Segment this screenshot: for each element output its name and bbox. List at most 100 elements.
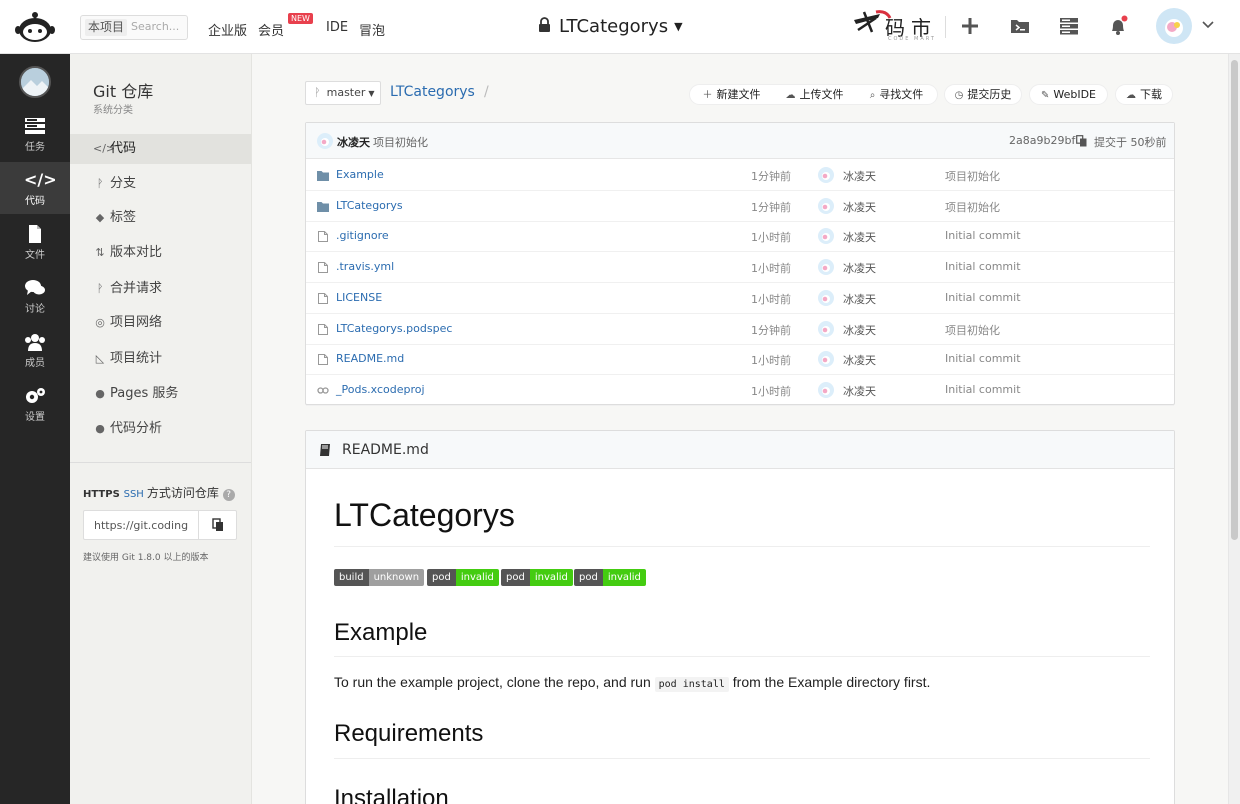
- file-commit-message[interactable]: 项目初始化: [945, 168, 1000, 184]
- ssh-toggle[interactable]: SSH: [124, 489, 144, 500]
- sidebar-item-pages[interactable]: ● Pages 服务: [70, 379, 251, 409]
- nav-member[interactable]: 会员: [258, 20, 284, 39]
- commit-hash[interactable]: 2a8a9b29bf: [1009, 134, 1075, 147]
- scrollbar[interactable]: [1228, 54, 1240, 804]
- file-author[interactable]: 冰凌天: [843, 168, 876, 184]
- members-icon: [25, 334, 45, 351]
- terminal-icon[interactable]: [1009, 15, 1031, 37]
- find-file-button[interactable]: ⌕ 寻找文件: [856, 85, 937, 104]
- file-row[interactable]: LTCategorys.podspec 1分钟前 冰凌天 项目初始化: [306, 314, 1174, 345]
- nav-ide[interactable]: IDE: [326, 20, 348, 35]
- leftnav-files[interactable]: 文件: [0, 216, 70, 268]
- webide-button[interactable]: ✎ WebIDE: [1029, 84, 1108, 105]
- file-commit-message[interactable]: Initial commit: [945, 383, 1021, 396]
- file-commit-message[interactable]: Initial commit: [945, 352, 1021, 365]
- file-author[interactable]: 冰凌天: [843, 199, 876, 215]
- file-row[interactable]: LICENSE 1小时前 冰凌天 Initial commit: [306, 283, 1174, 314]
- pod-badge[interactable]: pod invalid: [427, 569, 499, 586]
- sidebar-item-merge-requests[interactable]: ᚹ 合并请求: [70, 274, 251, 304]
- sidebar-item-network[interactable]: ◎ 项目网络: [70, 308, 251, 338]
- file-row[interactable]: _Pods.xcodeproj 1小时前 冰凌天 Initial commit: [306, 375, 1174, 406]
- upload-file-button[interactable]: ☁ 上传文件: [773, 85, 856, 104]
- file-author[interactable]: 冰凌天: [843, 352, 876, 368]
- build-badge[interactable]: build unknown: [334, 569, 425, 586]
- bell-icon[interactable]: [1107, 15, 1129, 37]
- file-name[interactable]: LICENSE: [336, 291, 382, 304]
- new-file-button[interactable]: ＋新建文件: [690, 85, 773, 104]
- file-commit-message[interactable]: Initial commit: [945, 291, 1021, 304]
- pod-badge[interactable]: pod invalid: [574, 569, 646, 586]
- file-commit-message[interactable]: 项目初始化: [945, 322, 1000, 338]
- user-avatar[interactable]: [1156, 8, 1192, 44]
- plus-icon[interactable]: [959, 15, 981, 37]
- nav-bubble[interactable]: 冒泡: [359, 20, 385, 39]
- branch-selector[interactable]: ᚹ master ▼: [305, 81, 381, 105]
- commit-history-button[interactable]: ◷ 提交历史: [944, 84, 1022, 105]
- file-row[interactable]: README.md 1小时前 冰凌天 Initial commit: [306, 344, 1174, 376]
- avatar[interactable]: [818, 197, 834, 214]
- pod-badge[interactable]: pod invalid: [501, 569, 573, 586]
- file-name[interactable]: Example: [336, 168, 384, 181]
- avatar[interactable]: [818, 167, 834, 183]
- file-name[interactable]: README.md: [336, 352, 404, 365]
- file-name[interactable]: LTCategorys: [336, 199, 403, 212]
- avatar[interactable]: [818, 351, 834, 368]
- chevron-down-icon[interactable]: [1201, 18, 1215, 32]
- file-author[interactable]: 冰凌天: [843, 291, 876, 307]
- commit-author[interactable]: 冰凌天: [337, 134, 370, 150]
- server-icon[interactable]: [1058, 15, 1080, 37]
- file-author[interactable]: 冰凌天: [843, 229, 876, 245]
- avatar[interactable]: [818, 259, 834, 276]
- merge-request-icon: ᚹ: [96, 282, 104, 295]
- file-row[interactable]: .gitignore 1小时前 冰凌天 Initial commit: [306, 221, 1174, 253]
- https-toggle[interactable]: HTTPS: [83, 489, 120, 500]
- file-commit-message[interactable]: Initial commit: [945, 229, 1021, 242]
- file-author[interactable]: 冰凌天: [843, 322, 876, 338]
- coding-logo-icon[interactable]: [14, 10, 56, 44]
- copy-url-button[interactable]: [198, 511, 236, 539]
- file-commit-message[interactable]: Initial commit: [945, 260, 1021, 273]
- avatar[interactable]: [818, 381, 834, 398]
- sidebar-item-tags[interactable]: ◆ 标签: [70, 203, 251, 233]
- sidebar-item-branches[interactable]: ᚹ 分支: [70, 169, 251, 199]
- divider: [334, 546, 1150, 547]
- leftnav-members[interactable]: 成员: [0, 324, 70, 376]
- leftnav-tasks[interactable]: 任务: [0, 108, 70, 160]
- file-name[interactable]: .travis.yml: [336, 260, 394, 273]
- leftnav-discussion[interactable]: 讨论: [0, 270, 70, 322]
- search-input[interactable]: Search...: [131, 20, 179, 33]
- file-name[interactable]: .gitignore: [336, 229, 389, 242]
- commit-message[interactable]: 项目初始化: [373, 134, 428, 150]
- file-author[interactable]: 冰凌天: [843, 260, 876, 276]
- scrollbar-thumb[interactable]: [1231, 60, 1238, 540]
- clone-url-input[interactable]: [84, 511, 198, 539]
- avatar[interactable]: [317, 133, 333, 149]
- file-name[interactable]: _Pods.xcodeproj: [336, 383, 425, 396]
- leftnav-code[interactable]: </> 代码: [0, 162, 70, 214]
- avatar[interactable]: [818, 228, 834, 245]
- search-box[interactable]: 本项目 Search...: [80, 15, 188, 40]
- download-button[interactable]: ☁ 下载: [1115, 84, 1173, 105]
- repo-title-dropdown[interactable]: LTCategorys ▼: [538, 16, 683, 37]
- file-commit-message[interactable]: 项目初始化: [945, 199, 1000, 215]
- mountain-icon: [21, 68, 49, 96]
- avatar[interactable]: [818, 320, 834, 337]
- file-row[interactable]: Example 1分钟前 冰凌天 项目初始化: [306, 160, 1174, 191]
- repo-root-link[interactable]: LTCategorys: [390, 84, 475, 100]
- project-avatar[interactable]: [19, 66, 51, 98]
- nav-enterprise[interactable]: 企业版: [208, 20, 247, 39]
- avatar[interactable]: [818, 289, 834, 306]
- leftnav-settings[interactable]: 设置: [0, 378, 70, 430]
- sidebar-item-compare[interactable]: ⇅ 版本对比: [70, 238, 251, 268]
- file-name[interactable]: LTCategorys.podspec: [336, 322, 452, 335]
- sidebar-item-code[interactable]: </>代码: [70, 134, 251, 164]
- search-scope-tag[interactable]: 本项目: [85, 19, 128, 36]
- file-author[interactable]: 冰凌天: [843, 383, 876, 399]
- globe-icon: ●: [95, 387, 105, 400]
- help-icon[interactable]: ?: [222, 489, 235, 501]
- sidebar-item-stats[interactable]: ◺ 项目统计: [70, 344, 251, 374]
- file-row[interactable]: .travis.yml 1小时前 冰凌天 Initial commit: [306, 252, 1174, 284]
- copy-icon[interactable]: [1076, 135, 1087, 147]
- sidebar-item-analysis[interactable]: ● 代码分析: [70, 414, 251, 444]
- file-row[interactable]: LTCategorys 1分钟前 冰凌天 项目初始化: [306, 191, 1174, 222]
